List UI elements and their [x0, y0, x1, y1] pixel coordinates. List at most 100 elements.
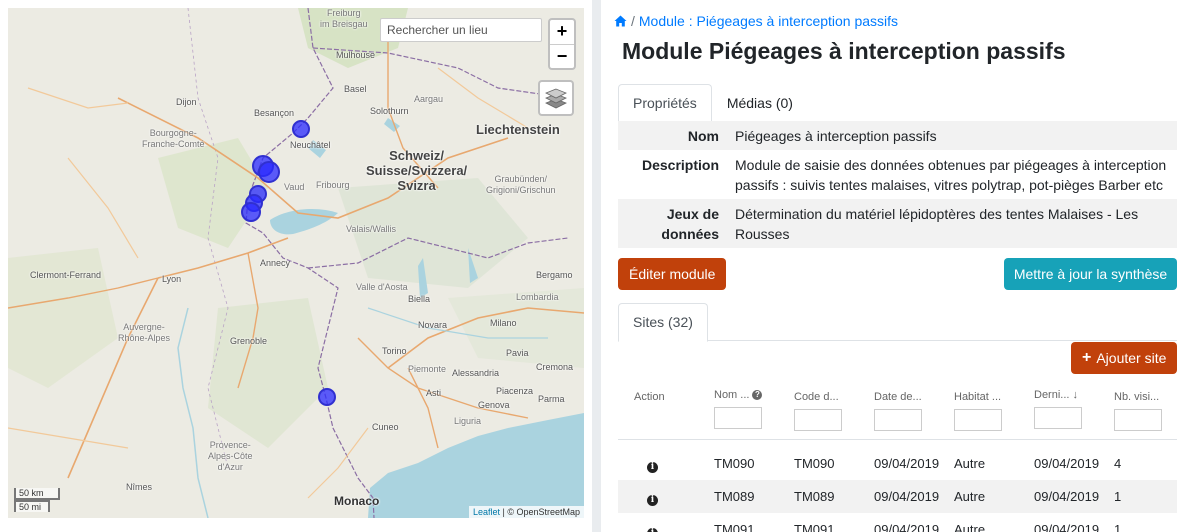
properties-table: Nom Piégeages à interception passifs Des… — [618, 121, 1177, 248]
update-synthesis-button[interactable]: Mettre à jour la synthèse — [1004, 258, 1177, 290]
property-value: Piégeages à interception passifs — [735, 128, 937, 144]
table-row[interactable]: i TM090 TM090 09/04/2019 Autre 09/04/201… — [618, 447, 1177, 480]
place-fribourg: Fribourg — [316, 180, 350, 190]
place-basel: Basel — [344, 84, 367, 94]
cell-code: TM091 — [794, 522, 835, 532]
property-label: Nom — [687, 128, 719, 144]
leaflet-link[interactable]: Leaflet — [473, 507, 500, 517]
map-panel: Freiburg im Breisgau Mulhouse Basel Dijon… — [0, 0, 592, 532]
zoom-out-button[interactable]: − — [550, 44, 574, 68]
column-date: Date de... — [874, 390, 922, 431]
table-row[interactable]: i TM089 TM089 09/04/2019 Autre 09/04/201… — [618, 480, 1177, 513]
edit-module-button[interactable]: Éditer module — [618, 258, 727, 290]
column-header-label: Action — [634, 391, 665, 403]
place-clermont: Clermont-Ferrand — [30, 270, 102, 280]
filter-date-input[interactable] — [874, 409, 922, 431]
cell-nom: TM091 — [714, 522, 755, 532]
place-mulhouse: Mulhouse — [336, 50, 376, 60]
place-piemonte: Piemonte — [408, 364, 447, 374]
module-tabs: Propriétés Médias (0) — [618, 84, 1177, 123]
filter-nb-visites-input[interactable] — [1114, 409, 1162, 431]
info-icon[interactable]: i — [647, 528, 658, 532]
cell-habitat: Autre — [954, 456, 986, 471]
place-neuchatel: Neuchâtel — [290, 140, 331, 150]
cell-habitat: Autre — [954, 489, 986, 504]
place-auvergne: Auvergne- Rhône-Alpes — [118, 322, 171, 343]
sort-arrow-down-icon[interactable]: ↓ — [1072, 389, 1078, 401]
cell-date: 09/04/2019 — [874, 522, 940, 532]
site-marker[interactable] — [292, 120, 310, 138]
help-icon[interactable]: ? — [752, 390, 763, 400]
place-nimes: Nîmes — [126, 482, 153, 492]
place-aargau: Aargau — [414, 94, 444, 104]
place-pavia: Pavia — [506, 348, 529, 358]
cell-derniere: 09/04/2019 — [1034, 522, 1100, 532]
place-besancon: Besançon — [254, 108, 295, 118]
column-header-label: Nom ... — [714, 389, 750, 401]
sites-table-body: i TM090 TM090 09/04/2019 Autre 09/04/201… — [618, 447, 1177, 532]
plus-icon: + — [1082, 349, 1092, 366]
place-monaco: Monaco — [334, 494, 380, 508]
site-marker[interactable] — [241, 202, 261, 222]
tab-sites[interactable]: Sites (32) — [618, 303, 708, 342]
zoom-in-button[interactable]: + — [550, 20, 574, 44]
column-header-label: Code d... — [794, 391, 839, 403]
layers-button[interactable] — [538, 80, 574, 116]
site-marker[interactable] — [318, 388, 336, 406]
layers-icon — [545, 88, 567, 109]
cell-date: 09/04/2019 — [874, 489, 940, 504]
map-attribution: Leaflet | © OpenStreetMap — [468, 506, 584, 518]
add-site-label: Ajouter site — [1096, 350, 1167, 366]
map[interactable]: Freiburg im Breisgau Mulhouse Basel Dijon… — [8, 8, 584, 518]
map-basemap — [8, 8, 584, 518]
column-action: Action — [634, 390, 665, 404]
place-valle: Valle d'Aosta — [356, 282, 408, 292]
map-search-input[interactable]: Rechercher un lieu — [380, 18, 542, 42]
add-site-button[interactable]: + Ajouter site — [1071, 342, 1178, 374]
place-annecy: Annecy — [260, 258, 291, 268]
place-provence: Provence- Alpes-Côte d'Azur — [208, 440, 253, 472]
filter-habitat-input[interactable] — [954, 409, 1002, 431]
breadcrumb: / Module : Piégeages à interception pass… — [614, 13, 898, 29]
column-header-label: Nb. visi... — [1114, 391, 1160, 403]
site-marker[interactable] — [258, 161, 280, 183]
place-vaud: Vaud — [284, 182, 305, 192]
filter-derniere-input[interactable] — [1034, 407, 1082, 429]
place-genova: Genova — [478, 400, 510, 410]
cell-date: 09/04/2019 — [874, 456, 940, 471]
property-row: Nom Piégeages à interception passifs — [618, 121, 1177, 150]
filter-code-input[interactable] — [794, 409, 842, 431]
column-header-label: Date de... — [874, 391, 922, 403]
property-value: Détermination du matériel lépidoptères d… — [735, 206, 1139, 242]
place-parma: Parma — [538, 394, 565, 404]
place-asti: Asti — [426, 388, 442, 398]
filter-nom-input[interactable] — [714, 407, 762, 429]
place-graubunden: Graubünden/Grigioni/Grischun — [486, 174, 556, 195]
scale-mi: 50 mi — [14, 500, 50, 512]
attribution-text: | © OpenStreetMap — [499, 507, 580, 517]
property-row: Jeux de données Détermination du matérie… — [618, 199, 1177, 248]
place-lyon: Lyon — [162, 274, 182, 284]
breadcrumb-module-link[interactable]: Module : Piégeages à interception passif… — [639, 13, 898, 29]
column-derniere: Derni... ↓ — [1034, 388, 1082, 429]
table-row[interactable]: i TM091 TM091 09/04/2019 Autre 09/04/201… — [618, 513, 1177, 532]
tab-media[interactable]: Médias (0) — [712, 84, 808, 122]
column-code: Code d... — [794, 390, 842, 431]
place-piacenza: Piacenza — [496, 386, 534, 396]
place-alessandria: Alessandria — [452, 368, 500, 378]
sites-tabs: Sites (32) — [618, 303, 1177, 342]
place-grenoble: Grenoble — [230, 336, 268, 346]
place-solothurn: Solothurn — [370, 106, 409, 116]
scale-km: 50 km — [14, 488, 60, 500]
place-biella: Biella — [408, 294, 431, 304]
info-icon[interactable]: i — [647, 495, 658, 506]
tab-properties[interactable]: Propriétés — [618, 84, 712, 123]
place-torino: Torino — [382, 346, 407, 356]
column-habitat: Habitat ... — [954, 390, 1002, 431]
place-lombardia: Lombardia — [516, 292, 559, 302]
property-row: Description Module de saisie des données… — [618, 150, 1177, 199]
breadcrumb-separator: / — [631, 13, 635, 29]
info-icon[interactable]: i — [647, 462, 658, 473]
place-bourgogne: Bourgogne- Franche-Comté — [142, 128, 205, 149]
home-icon[interactable] — [614, 15, 627, 27]
